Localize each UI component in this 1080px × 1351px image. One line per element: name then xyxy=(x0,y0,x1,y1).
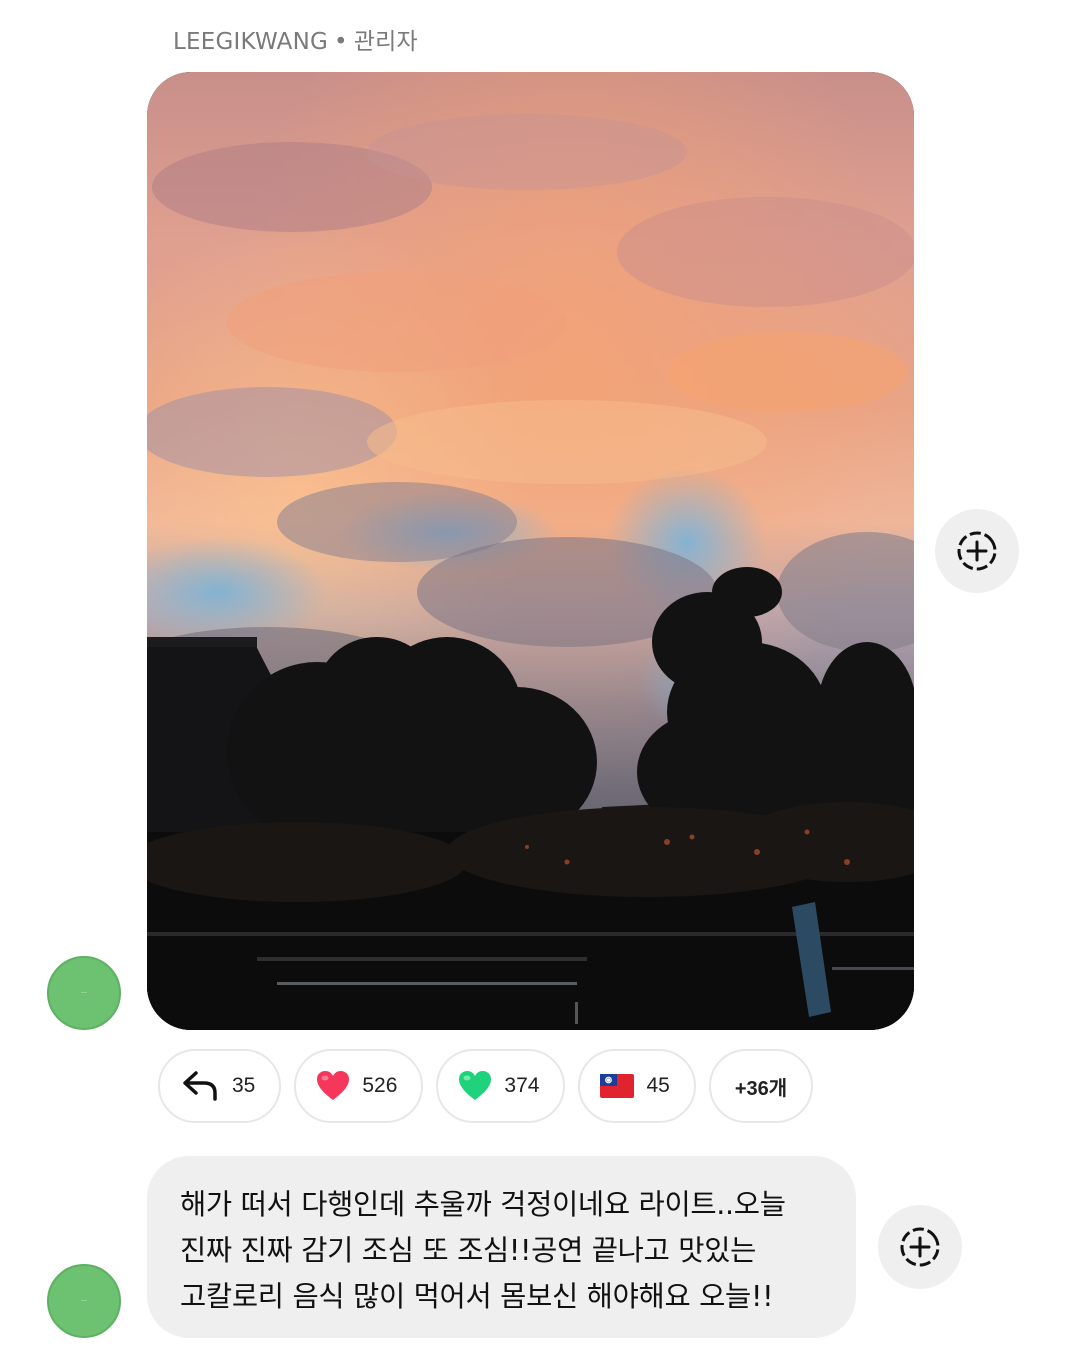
avatar[interactable]: ··· xyxy=(47,956,121,1030)
red-heart-reaction-chip[interactable]: 526 xyxy=(294,1049,424,1123)
add-reaction-button[interactable] xyxy=(935,509,1019,593)
sender-role: 관리자 xyxy=(353,29,418,55)
reply-reaction-chip[interactable]: 35 xyxy=(158,1049,282,1123)
taiwan-flag-reaction-chip[interactable]: 45 xyxy=(578,1049,696,1123)
more-reactions-chip[interactable]: +36개 xyxy=(708,1049,814,1123)
post-photo[interactable] xyxy=(147,72,914,1030)
more-reactions-label: +36개 xyxy=(734,1077,788,1100)
reaction-bar: 35 526 374 45 +36개 xyxy=(158,1049,814,1123)
taiwan-flag-icon xyxy=(600,1074,635,1098)
message-line-2: 진짜 진짜 감기 조심 또 조심!!공연 끝나고 맛있는 xyxy=(180,1234,757,1267)
sender-separator: • xyxy=(334,29,348,55)
add-reaction-icon xyxy=(900,1227,940,1267)
message-line-3: 고칼로리 음식 많이 먹어서 몸보신 해야해요 오늘!! xyxy=(180,1280,774,1313)
add-reaction-button[interactable] xyxy=(878,1205,962,1289)
reply-message-bubble[interactable]: 해가 떠서 다행인데 추울까 걱정이네요 라이트..오늘 진짜 진짜 감기 조심… xyxy=(147,1156,856,1338)
avatar-label: ··· xyxy=(81,1297,87,1305)
message-line-1: 해가 떠서 다행인데 추울까 걱정이네요 라이트..오늘 xyxy=(180,1188,786,1221)
red-heart-icon xyxy=(317,1071,350,1100)
add-reaction-icon xyxy=(957,531,997,571)
sender-name: LEEGIKWANG xyxy=(173,29,328,55)
green-heart-icon xyxy=(459,1071,492,1100)
reply-count: 35 xyxy=(232,1074,256,1097)
avatar[interactable]: ··· xyxy=(47,1264,121,1338)
red-heart-count: 526 xyxy=(362,1074,398,1097)
sunset-sky-image xyxy=(147,72,914,1030)
green-heart-count: 374 xyxy=(504,1074,540,1097)
green-heart-reaction-chip[interactable]: 374 xyxy=(436,1049,566,1123)
avatar-label: ··· xyxy=(81,989,87,997)
reply-arrow-icon xyxy=(183,1071,217,1101)
taiwan-flag-count: 45 xyxy=(646,1074,670,1097)
sender-header: LEEGIKWANG • 관리자 xyxy=(173,22,418,56)
